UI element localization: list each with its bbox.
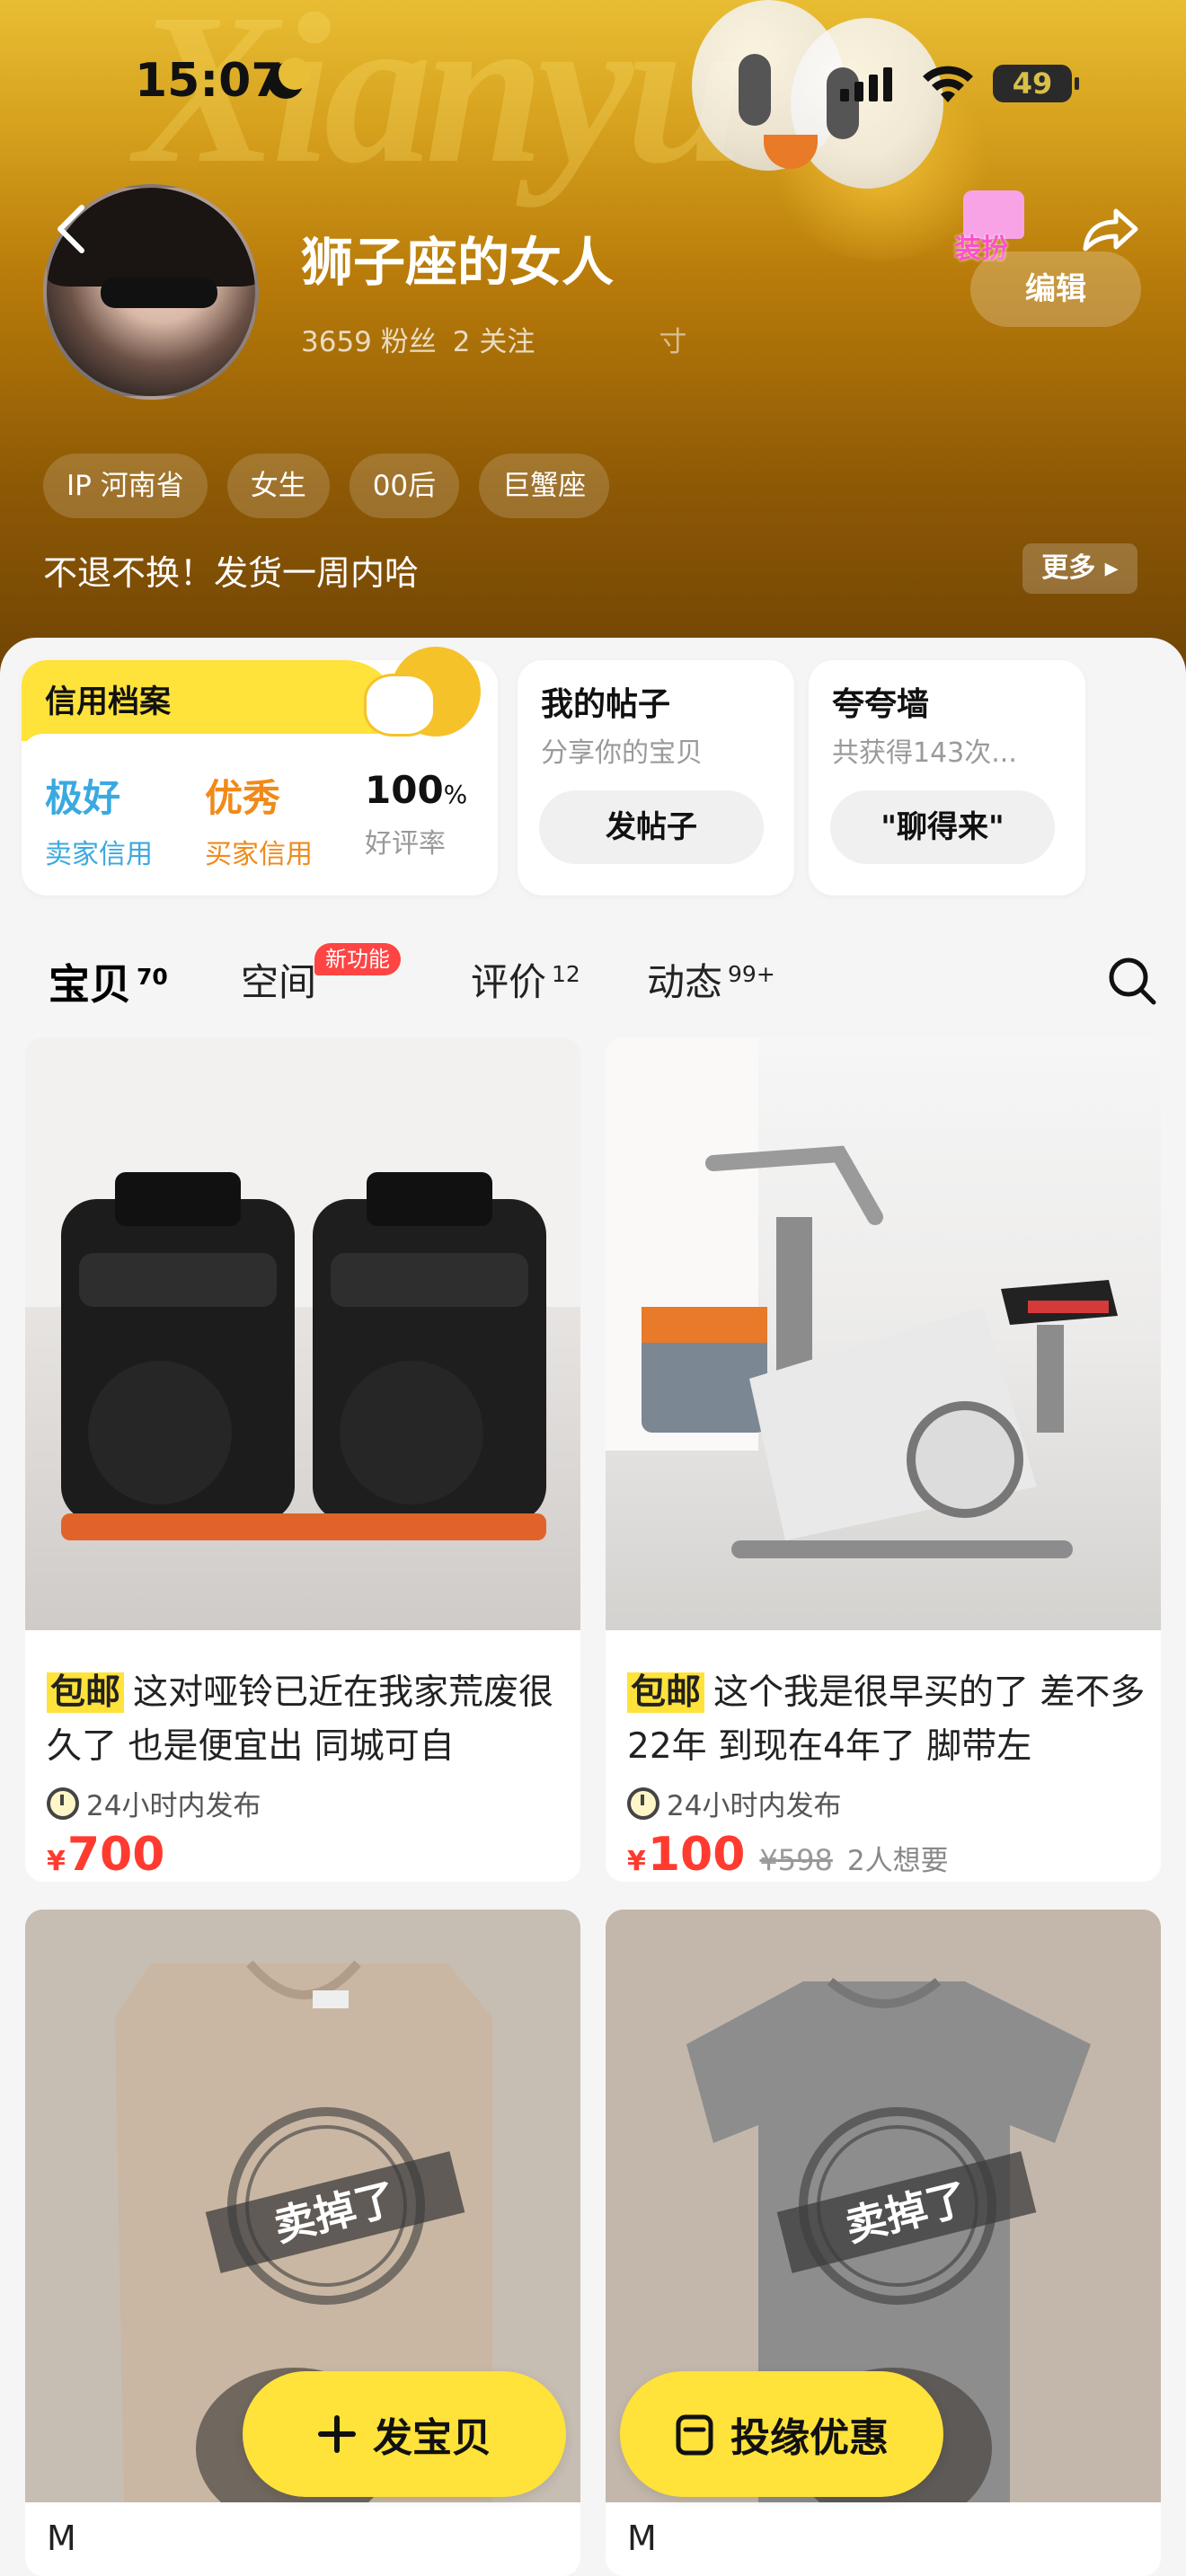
- moon-icon: [268, 57, 311, 99]
- original-price: ¥598: [759, 1843, 833, 1877]
- product-price: ¥ 700: [47, 1828, 164, 1882]
- product-card[interactable]: 包邮 这对哑铃已近在我家荒废很久了 也是便宜出 同城可自 24小时内发布 ¥ 70…: [25, 1037, 580, 1882]
- tab-activity-label: 动态: [647, 960, 723, 1004]
- mascot-eye: [739, 54, 771, 126]
- profile-stats: 3659 粉丝 2 关注 寸: [301, 319, 686, 359]
- posted-time-text: 24小时内发布: [667, 1790, 842, 1822]
- hidden-stat: 寸: [659, 326, 687, 358]
- content-tabs: 宝贝 70 空间 评价 12 动态 99+: [0, 934, 1186, 1024]
- posted-time: 24小时内发布: [627, 1783, 841, 1823]
- tab-activity[interactable]: 动态 99+: [647, 952, 775, 1007]
- coupon-bag-icon: [676, 2414, 713, 2456]
- positive-rate-unit: %: [443, 780, 468, 809]
- tag-zodiac: 巨蟹座: [479, 454, 610, 518]
- new-feature-badge: 新功能: [314, 943, 401, 975]
- sold-out-stamp: 卖掉了: [776, 2107, 1037, 2305]
- clock-icon: [627, 1786, 659, 1820]
- following-count[interactable]: 2 关注: [453, 319, 535, 359]
- tab-space-label: 空间: [241, 960, 317, 1004]
- tab-space[interactable]: 空间: [241, 952, 316, 1007]
- seller-credit-value: 极好: [45, 776, 121, 820]
- promo-button[interactable]: 投缘优惠: [620, 2371, 943, 2497]
- share-icon[interactable]: [1078, 202, 1141, 256]
- signal-icon: [840, 67, 892, 101]
- tab-items[interactable]: 宝贝 70: [49, 952, 168, 1011]
- status-time: 15:07: [135, 54, 284, 108]
- currency-symbol: ¥: [627, 1846, 646, 1877]
- credit-title: 信用档案: [45, 684, 172, 720]
- battery-icon: 49: [993, 65, 1079, 102]
- search-icon[interactable]: [1105, 954, 1159, 1008]
- sold-out-stamp: 卖掉了: [205, 2107, 465, 2305]
- plus-icon: [318, 2415, 356, 2453]
- positive-rate-label: 好评率: [365, 828, 446, 860]
- currency-symbol: ¥: [47, 1846, 66, 1877]
- tab-items-label: 宝贝: [49, 960, 131, 1009]
- buyer-credit: 优秀 买家信用: [205, 768, 313, 871]
- edit-profile-button[interactable]: 编辑: [970, 251, 1141, 327]
- product-image[interactable]: [25, 1037, 580, 1630]
- posts-card[interactable]: 我的帖子 分享你的宝贝 发帖子: [518, 660, 794, 895]
- praise-wall-card[interactable]: 夸夸墙 共获得143次... "聊得来": [809, 660, 1085, 895]
- wifi-icon: [923, 66, 973, 102]
- seller-credit: 极好 卖家信用: [45, 768, 153, 871]
- promo-label: 投缘优惠: [730, 2415, 889, 2461]
- product-price: ¥ 100 ¥598 2人想要: [627, 1828, 949, 1882]
- dumbbells-illustration: [25, 1037, 580, 1540]
- posted-time-text: 24小时内发布: [86, 1790, 261, 1822]
- product-description: 包邮 这个我是很早买的了 差不多22年 到现在4年了 脚带左: [627, 1666, 1148, 1774]
- profile-bio: 不退不换！发货一周内哈: [43, 553, 420, 593]
- praise-title: 夸夸墙: [832, 686, 930, 723]
- exercise-bike-illustration: [606, 1037, 1118, 1558]
- buyer-credit-value: 优秀: [205, 776, 281, 820]
- posts-subtitle: 分享你的宝贝: [541, 737, 703, 769]
- mascot-icon: [364, 647, 490, 745]
- posts-title: 我的帖子: [541, 686, 671, 723]
- product-card[interactable]: 包邮 这个我是很早买的了 差不多22年 到现在4年了 脚带左 24小时内发布 ¥ …: [606, 1037, 1161, 1882]
- praise-tag-button[interactable]: "聊得来": [830, 790, 1055, 864]
- fans-count[interactable]: 3659 粉丝: [301, 319, 437, 359]
- profile-tags: IP 河南省 女生 00后 巨蟹座: [43, 454, 610, 518]
- profile-nickname: 狮子座的女人: [301, 232, 615, 293]
- tag-gender: 女生: [226, 454, 330, 518]
- free-shipping-tag: 包邮: [627, 1672, 705, 1713]
- wants-count: 2人想要: [846, 1845, 949, 1877]
- tab-reviews-count: 12: [552, 961, 580, 987]
- publish-item-label: 发宝贝: [373, 2415, 491, 2461]
- price-value: 700: [66, 1828, 165, 1882]
- more-button[interactable]: 更多 ▸: [1022, 543, 1137, 594]
- buyer-credit-label: 买家信用: [205, 839, 313, 870]
- size-label: M: [47, 2519, 76, 2558]
- free-shipping-tag: 包邮: [47, 1672, 125, 1713]
- back-icon[interactable]: [49, 202, 94, 256]
- clock-icon: [47, 1786, 79, 1820]
- size-label: M: [627, 2519, 657, 2558]
- tab-activity-count: 99+: [728, 961, 775, 987]
- tab-items-count: 70: [137, 963, 168, 990]
- product-image[interactable]: [606, 1037, 1161, 1630]
- product-desc-text: 这个我是很早买的了 差不多22年 到现在4年了 脚带左: [627, 1672, 1146, 1767]
- product-description: 包邮 这对哑铃已近在我家荒废很久了 也是便宜出 同城可自: [47, 1666, 568, 1774]
- tab-reviews-label: 评价: [471, 960, 547, 1004]
- more-label: 更多: [1041, 552, 1096, 584]
- tag-ip: IP 河南省: [43, 454, 208, 518]
- positive-rate-value: 100: [365, 768, 444, 812]
- seller-credit-label: 卖家信用: [45, 839, 153, 870]
- praise-subtitle: 共获得143次...: [832, 737, 1017, 769]
- posted-time: 24小时内发布: [47, 1783, 261, 1823]
- tab-reviews[interactable]: 评价 12: [471, 952, 580, 1007]
- publish-item-button[interactable]: 发宝贝: [243, 2371, 566, 2497]
- tag-generation: 00后: [349, 454, 460, 518]
- positive-rate: 100% 好评率: [365, 768, 467, 860]
- price-value: 100: [647, 1828, 746, 1882]
- create-post-button[interactable]: 发帖子: [539, 790, 764, 864]
- avatar-glasses: [101, 278, 217, 308]
